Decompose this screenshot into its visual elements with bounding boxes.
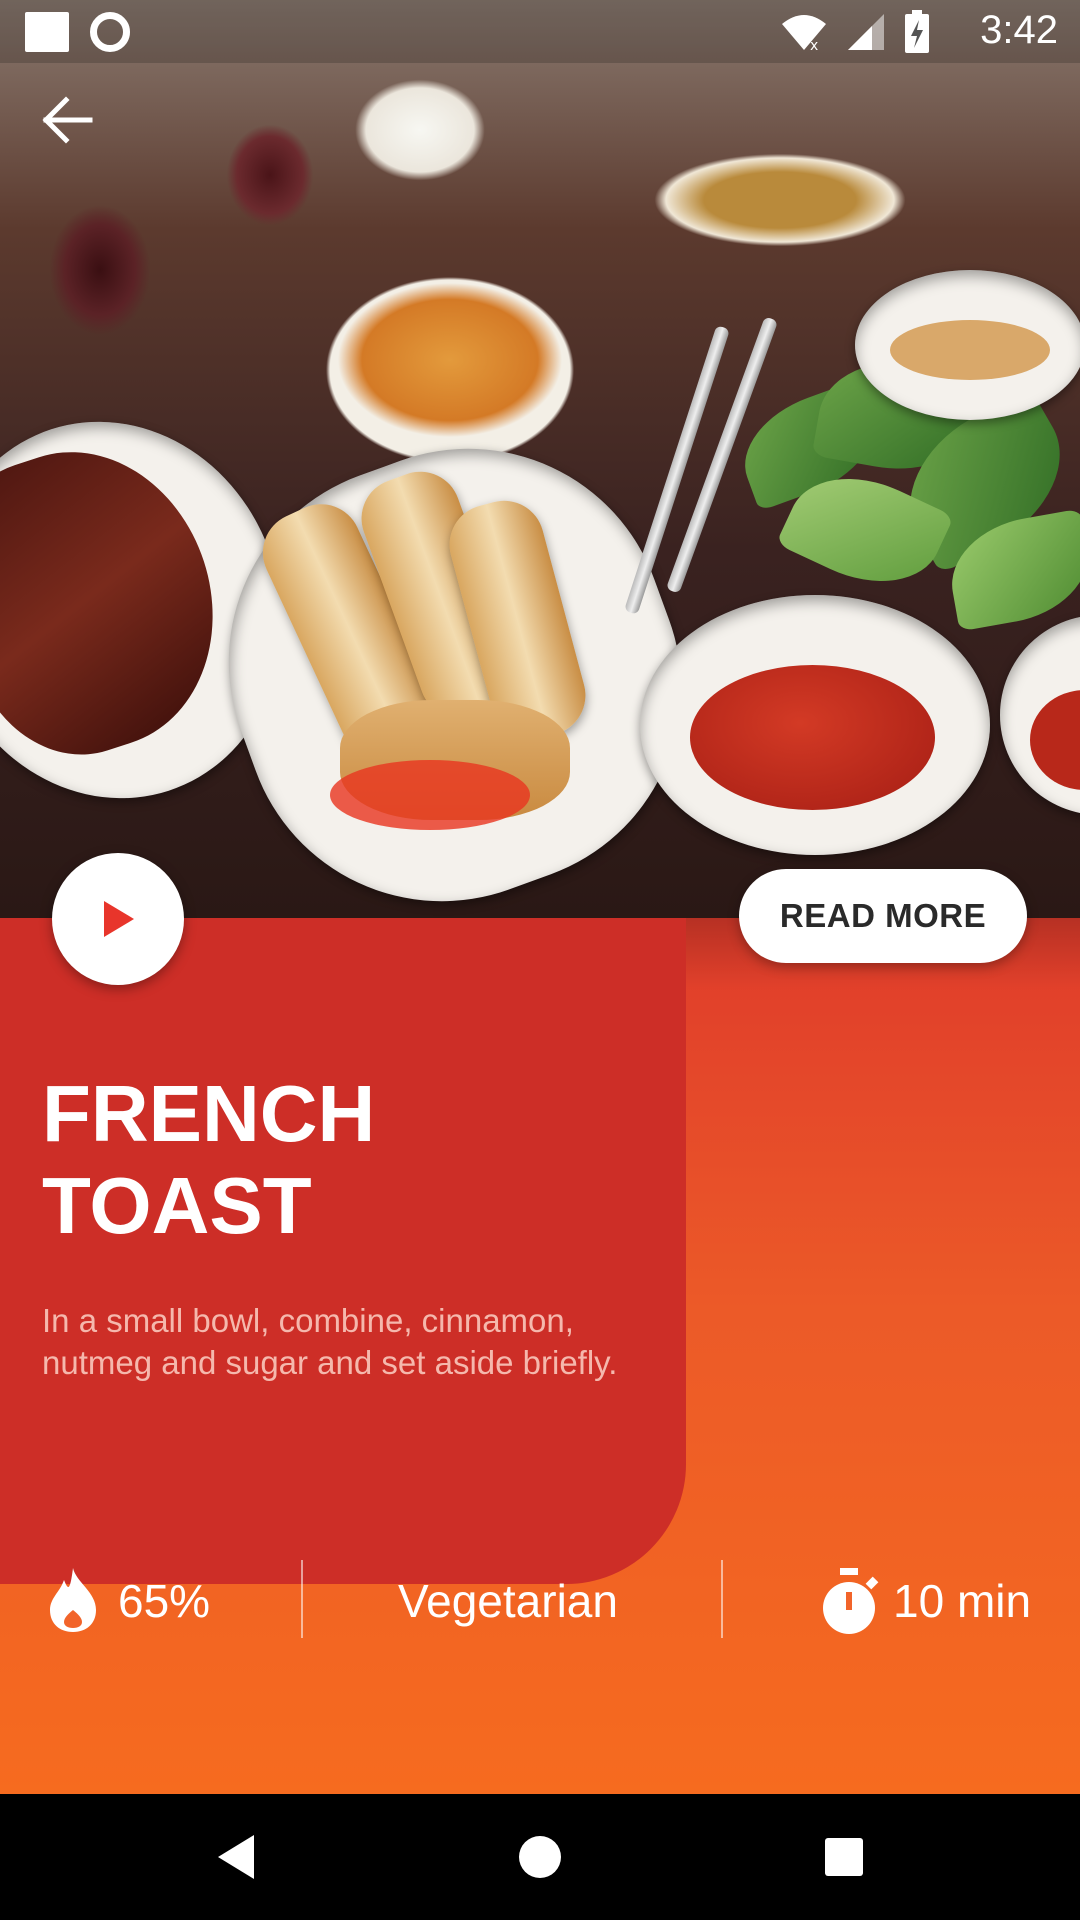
arrow-back-icon <box>42 96 93 144</box>
nav-recents-button[interactable] <box>774 1794 914 1920</box>
svg-text:x: x <box>810 38 818 52</box>
recipe-description: In a small bowl, combine, cinnamon, nutm… <box>42 1302 618 1381</box>
back-triangle-icon <box>218 1835 254 1879</box>
nav-back-button[interactable] <box>166 1794 306 1920</box>
hero-food-image <box>0 0 1080 918</box>
notification-ring-icon <box>90 12 130 52</box>
recents-square-icon <box>825 1838 863 1876</box>
wifi-icon: x <box>782 15 826 52</box>
timer-icon <box>823 1568 879 1634</box>
time-value: 10 min <box>893 1575 1032 1627</box>
stats-divider <box>721 1560 723 1638</box>
home-circle-icon <box>519 1836 561 1878</box>
play-button[interactable] <box>52 853 184 985</box>
signal-icon <box>848 14 884 50</box>
category-value: Vegetarian <box>398 1575 618 1627</box>
stats-divider <box>301 1560 303 1638</box>
play-icon <box>104 901 134 937</box>
notification-square-icon <box>25 12 69 52</box>
flame-icon <box>50 1568 96 1632</box>
nav-home-button[interactable] <box>470 1794 610 1920</box>
calories-value: 65% <box>118 1575 211 1627</box>
battery-charging-icon <box>905 10 929 53</box>
navigation-bar <box>0 1794 1080 1920</box>
back-button[interactable] <box>40 95 104 149</box>
status-bar: x 3:42 <box>0 0 1080 63</box>
recipe-stats: 65% Vegetarian 10 min <box>0 1560 1080 1640</box>
recipe-title: FRENCH TOAST <box>42 1068 642 1252</box>
recipe-title-line1: FRENCH <box>42 1069 376 1158</box>
recipe-title-line2: TOAST <box>42 1161 312 1250</box>
status-time: 3:42 <box>980 8 1058 52</box>
read-more-button[interactable]: READ MORE <box>739 869 1027 963</box>
